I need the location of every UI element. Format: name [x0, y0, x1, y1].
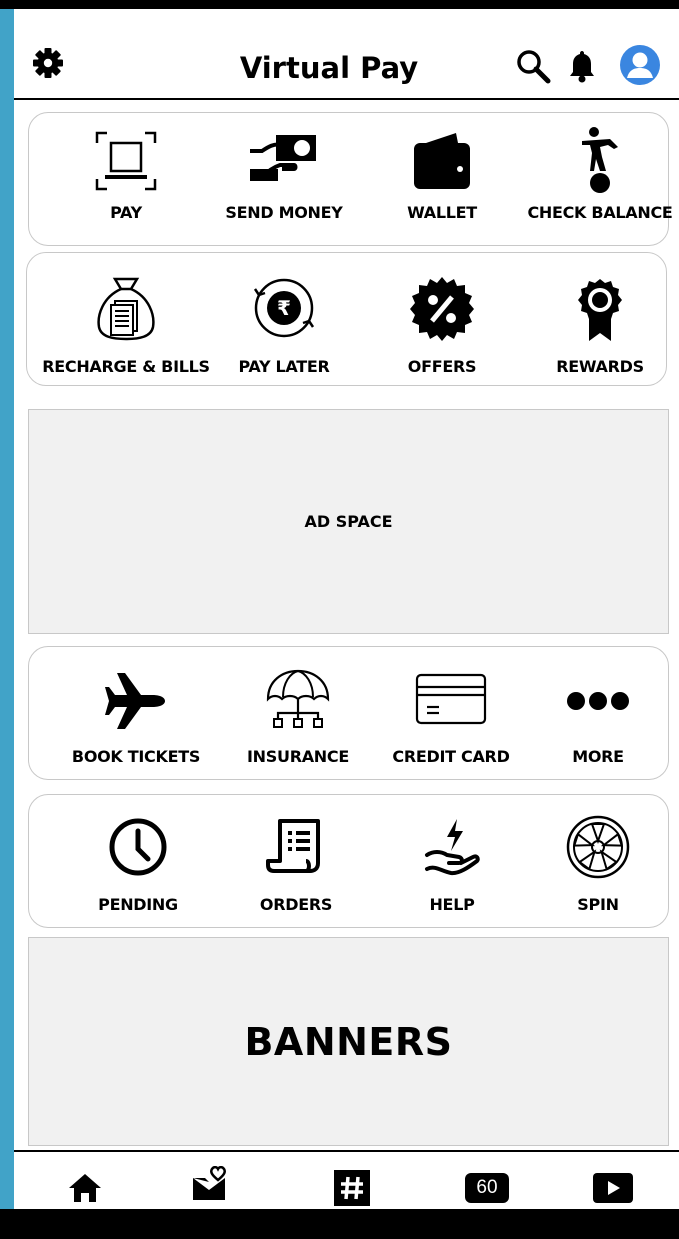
page-title: Virtual Pay: [239, 51, 419, 85]
airplane-icon: [57, 673, 215, 729]
helping-hand-icon: [373, 817, 531, 879]
balance-figure-icon: [521, 127, 679, 195]
percent-badge-icon: [363, 275, 521, 343]
activity-card: PENDING ORDERS HELP SPIN: [28, 794, 669, 928]
tile-rewards[interactable]: REWARDS: [521, 253, 679, 385]
scan-icon: [47, 131, 205, 191]
ad-label: AD SPACE: [304, 512, 393, 531]
profile-avatar-icon[interactable]: [618, 43, 662, 87]
tile-credit-card[interactable]: CREDIT CARD: [372, 647, 530, 779]
umbrella-network-icon: [219, 667, 377, 731]
app-header: Virtual Pay: [14, 9, 679, 100]
tile-label: PAY: [110, 203, 142, 222]
tile-insurance[interactable]: INSURANCE: [219, 647, 377, 779]
tile-send-money[interactable]: SEND MONEY: [205, 113, 363, 245]
tile-more[interactable]: MORE: [519, 647, 677, 779]
tile-wallet[interactable]: WALLET: [363, 113, 521, 245]
mail-heart-icon[interactable]: [190, 1166, 230, 1202]
bell-icon[interactable]: [565, 47, 599, 85]
svg-text:₹: ₹: [277, 296, 291, 320]
tile-label: CHECK BALANCE: [527, 203, 673, 222]
tile-label: SEND MONEY: [225, 203, 343, 222]
counter-badge-text: 60: [476, 1177, 498, 1198]
tile-label: MORE: [572, 747, 624, 766]
tile-pending[interactable]: PENDING: [59, 795, 217, 927]
play-icon[interactable]: [593, 1170, 633, 1206]
ad-space[interactable]: AD SPACE: [28, 409, 669, 634]
credit-card-icon: [372, 673, 530, 725]
device-bottom-bar: [0, 1209, 679, 1239]
tile-check-balance[interactable]: CHECK BALANCE: [521, 113, 679, 245]
hand-money-icon: [205, 131, 363, 185]
tile-label: ORDERS: [259, 895, 333, 914]
travel-finance-card: BOOK TICKETS INSURANCE CREDIT CARD MORE: [28, 646, 669, 780]
app-screen: Virtual Pay PAY SEND MONEY WALLET CHECK …: [14, 9, 679, 1239]
ribbon-medal-icon: [521, 277, 679, 343]
status-bar: [0, 0, 679, 9]
receipt-icon: [217, 817, 375, 875]
money-bag-icon: [47, 275, 205, 341]
tile-pay-later[interactable]: ₹ PAY LATER: [205, 253, 363, 385]
home-icon[interactable]: [65, 1170, 105, 1206]
spin-wheel-icon: [519, 815, 677, 879]
services-card: RECHARGE & BILLS ₹ PAY LATER OFFERS REWA…: [26, 252, 667, 386]
tile-offers[interactable]: OFFERS: [363, 253, 521, 385]
tile-orders[interactable]: ORDERS: [217, 795, 375, 927]
more-dots-icon: [519, 691, 677, 711]
tile-label: PENDING: [98, 895, 178, 914]
tile-label: WALLET: [407, 203, 477, 222]
tile-label: PAY LATER: [238, 357, 330, 376]
tile-spin[interactable]: SPIN: [519, 795, 677, 927]
tile-label: SPIN: [577, 895, 619, 914]
tile-label: RECHARGE & BILLS: [42, 357, 210, 376]
banner-label: BANNERS: [244, 1019, 453, 1064]
tile-pay[interactable]: PAY: [47, 113, 205, 245]
tile-recharge-bills[interactable]: RECHARGE & BILLS: [42, 253, 210, 385]
tile-label: INSURANCE: [247, 747, 349, 766]
hashtag-icon[interactable]: [332, 1170, 372, 1206]
tile-label: BOOK TICKETS: [71, 747, 201, 766]
tile-book-tickets[interactable]: BOOK TICKETS: [57, 647, 215, 779]
clock-icon: [59, 817, 217, 877]
search-icon[interactable]: [514, 47, 552, 85]
rupee-cycle-icon: ₹: [205, 275, 363, 341]
counter-badge-icon[interactable]: 60: [464, 1170, 510, 1206]
quick-actions-card: PAY SEND MONEY WALLET CHECK BALANCE: [28, 112, 673, 246]
banner-area[interactable]: BANNERS: [28, 937, 669, 1146]
tile-label: OFFERS: [407, 357, 477, 376]
wallet-icon: [363, 131, 521, 191]
gear-icon[interactable]: [30, 45, 66, 81]
tile-help[interactable]: HELP: [373, 795, 531, 927]
bottom-nav: 60: [14, 1150, 679, 1218]
tile-label: REWARDS: [556, 357, 644, 376]
